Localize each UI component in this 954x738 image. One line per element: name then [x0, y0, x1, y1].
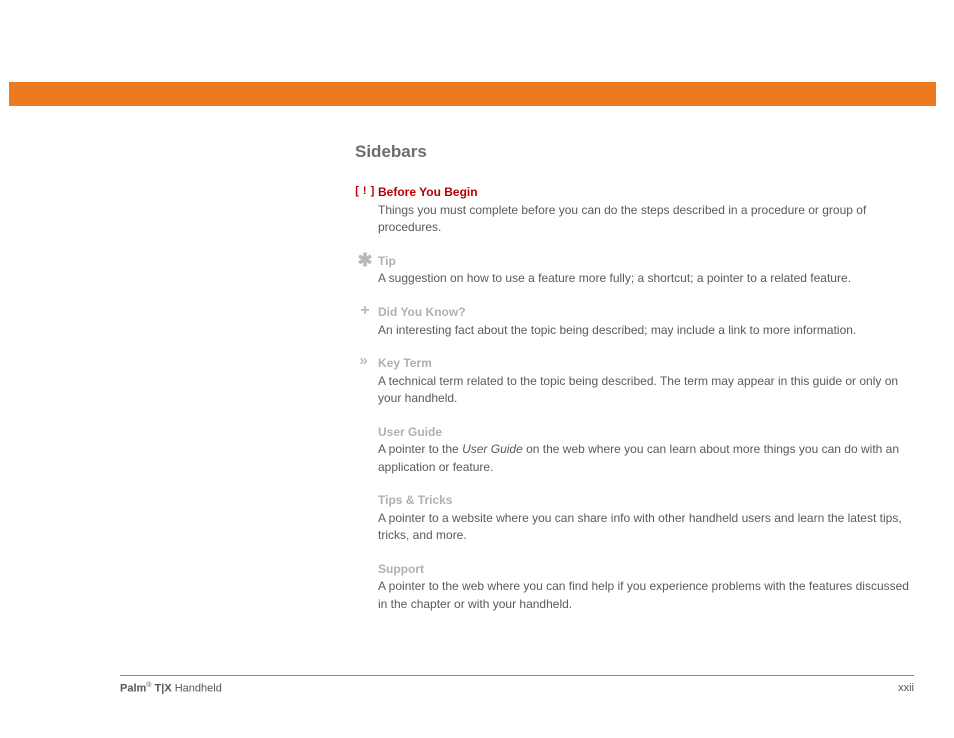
item-title: Tips & Tricks: [378, 492, 914, 509]
item-desc: An interesting fact about the topic bein…: [378, 322, 914, 339]
item-user-guide: User Guide A pointer to the User Guide o…: [355, 424, 914, 477]
chevron-right-icon: »: [352, 352, 372, 369]
item-before-you-begin: [ ! ] Before You Begin Things you must c…: [355, 184, 914, 237]
item-title: Key Term: [378, 355, 914, 372]
item-title: Did You Know?: [378, 304, 914, 321]
asterisk-icon: ✱: [355, 250, 375, 271]
item-title: Support: [378, 561, 914, 578]
main-content: Sidebars [ ! ] Before You Begin Things y…: [355, 142, 914, 629]
section-title: Sidebars: [355, 142, 914, 162]
item-desc: A pointer to a website where you can sha…: [378, 510, 914, 545]
plus-icon: +: [355, 302, 375, 320]
footer-brand: Palm® T|X Handheld: [120, 682, 222, 695]
page-footer: Palm® T|X Handheld xxii: [120, 682, 914, 695]
item-desc: A pointer to the User Guide on the web w…: [378, 441, 914, 476]
item-support: Support A pointer to the web where you c…: [355, 561, 914, 614]
alert-icon: [ ! ]: [355, 185, 375, 197]
item-tip: ✱ Tip A suggestion on how to use a featu…: [355, 253, 914, 288]
item-title: User Guide: [378, 424, 914, 441]
item-did-you-know: + Did You Know? An interesting fact abou…: [355, 304, 914, 339]
item-desc: Things you must complete before you can …: [378, 202, 914, 237]
item-key-term: » Key Term A technical term related to t…: [355, 355, 914, 408]
item-desc: A pointer to the web where you can find …: [378, 578, 914, 613]
item-title: Before You Begin: [378, 184, 914, 201]
header-accent-bar: [9, 82, 936, 106]
footer-page-number: xxii: [898, 682, 914, 695]
footer-divider: [120, 675, 914, 676]
item-tips-tricks: Tips & Tricks A pointer to a website whe…: [355, 492, 914, 545]
item-desc: A technical term related to the topic be…: [378, 373, 914, 408]
item-desc: A suggestion on how to use a feature mor…: [378, 270, 914, 287]
item-title: Tip: [378, 253, 914, 270]
